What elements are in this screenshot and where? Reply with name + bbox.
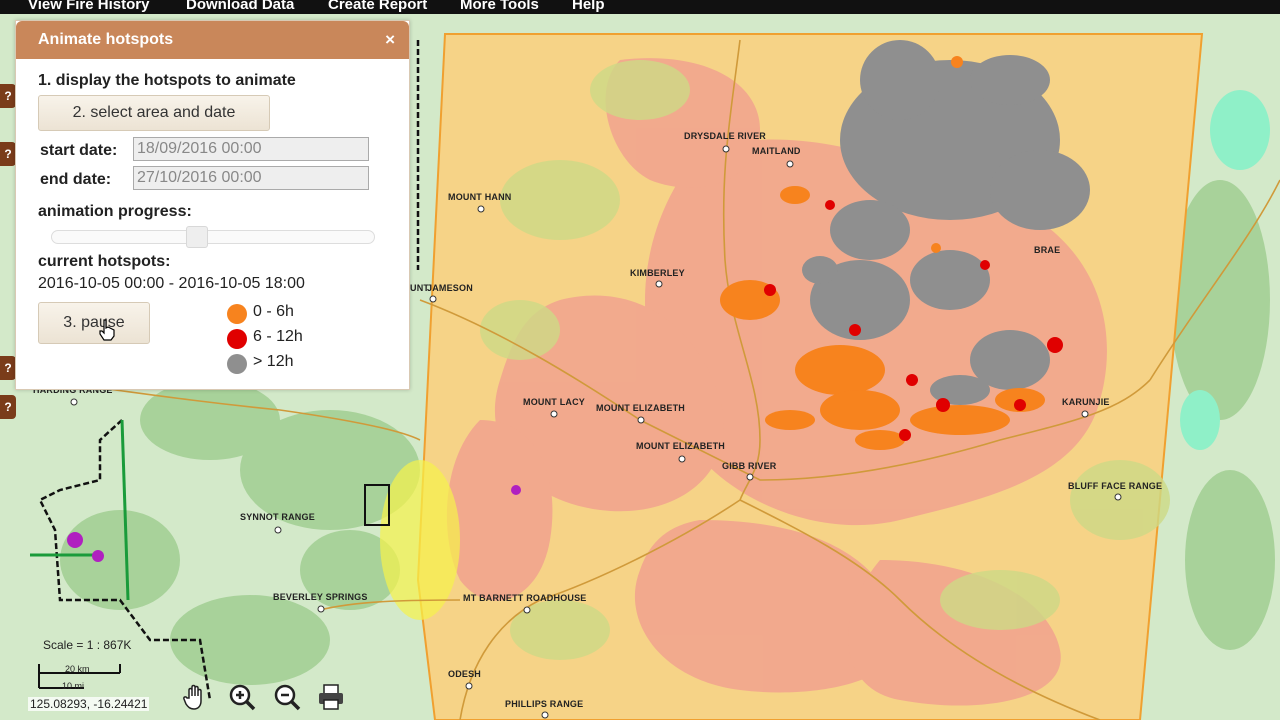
legend-swatch-mid: [227, 329, 247, 349]
place-label: KARUNJIE: [1062, 397, 1110, 407]
pause-button[interactable]: 3. pause: [38, 302, 150, 344]
top-nav-bar: View Fire History Download Data Create R…: [0, 0, 1280, 14]
nav-more-tools[interactable]: More Tools: [460, 0, 539, 13]
close-icon[interactable]: ×: [385, 30, 395, 50]
place-label: PHILLIPS RANGE: [505, 699, 584, 709]
place-label: BRAE: [1034, 245, 1061, 255]
animation-progress-slider[interactable]: [51, 230, 375, 244]
panel-header: Animate hotspots ×: [16, 21, 409, 59]
place-label: MOUNT HANN: [448, 192, 512, 202]
panel-title: Animate hotspots: [38, 31, 174, 48]
place-label: MOUNT ELIZABETH: [596, 403, 685, 413]
nav-download-data[interactable]: Download Data: [186, 0, 294, 13]
zoom-in-icon[interactable]: [227, 682, 257, 712]
print-icon[interactable]: [316, 682, 346, 712]
current-hotspots-label: current hotspots:: [38, 253, 171, 270]
scale-bar-km: 20 km: [65, 664, 90, 674]
legend-label: > 12h: [253, 353, 294, 370]
scale-bar: [38, 664, 121, 689]
legend-label: 6 - 12h: [253, 328, 303, 345]
place-label: MOUNT LACY: [523, 397, 585, 407]
start-date-field[interactable]: [133, 137, 369, 161]
scale-text: Scale = 1 : 867K: [43, 638, 132, 652]
legend-label: 0 - 6h: [253, 303, 294, 320]
legend-swatch-old: [227, 354, 247, 374]
help-tab[interactable]: ?: [0, 356, 16, 380]
place-label: ODESH: [448, 669, 482, 679]
place-label: DRYSDALE RIVER: [684, 131, 766, 141]
place-label: MAITLAND: [752, 146, 801, 156]
place-label: KIMBERLEY: [630, 268, 685, 278]
current-range-text: 2016-10-05 00:00 - 2016-10-05 18:00: [38, 275, 305, 292]
legend-swatch-recent: [227, 304, 247, 324]
highlight-area: [380, 460, 460, 620]
help-tab[interactable]: ?: [0, 395, 16, 419]
help-tab[interactable]: ?: [0, 84, 16, 108]
end-date-field[interactable]: [133, 166, 369, 190]
end-date-label: end date:: [40, 171, 112, 188]
place-label: MOUNT ELIZABETH: [636, 441, 725, 451]
coordinates-readout: 125.08293, -16.24421: [28, 697, 150, 711]
place-label: SYNNOT RANGE: [240, 512, 315, 522]
animate-hotspots-panel: Animate hotspots × 1. display the hotspo…: [15, 20, 410, 390]
place-label: JAMESON: [427, 283, 473, 293]
hand-cursor-icon: [99, 319, 115, 341]
place-label: BLUFF FACE RANGE: [1068, 481, 1163, 491]
step1-label: 1. display the hotspots to animate: [38, 72, 296, 89]
scale-bar-mi: 10 mi: [62, 681, 85, 691]
select-area-date-button[interactable]: 2. select area and date: [38, 95, 270, 131]
help-tab[interactable]: ?: [0, 142, 16, 166]
nav-create-report[interactable]: Create Report: [328, 0, 427, 13]
place-label: UNT: [410, 283, 430, 293]
pan-hand-icon[interactable]: [180, 682, 210, 712]
place-label: GIBB RIVER: [722, 461, 777, 471]
zoom-out-icon[interactable]: [272, 682, 302, 712]
slider-handle[interactable]: [185, 226, 208, 248]
place-label: BEVERLEY SPRINGS: [273, 592, 368, 602]
place-label: MT BARNETT ROADHOUSE: [463, 593, 587, 603]
nav-view-fire-history[interactable]: View Fire History: [28, 0, 149, 13]
nav-help[interactable]: Help: [572, 0, 605, 13]
progress-label: animation progress:: [38, 203, 192, 220]
start-date-label: start date:: [40, 142, 118, 159]
